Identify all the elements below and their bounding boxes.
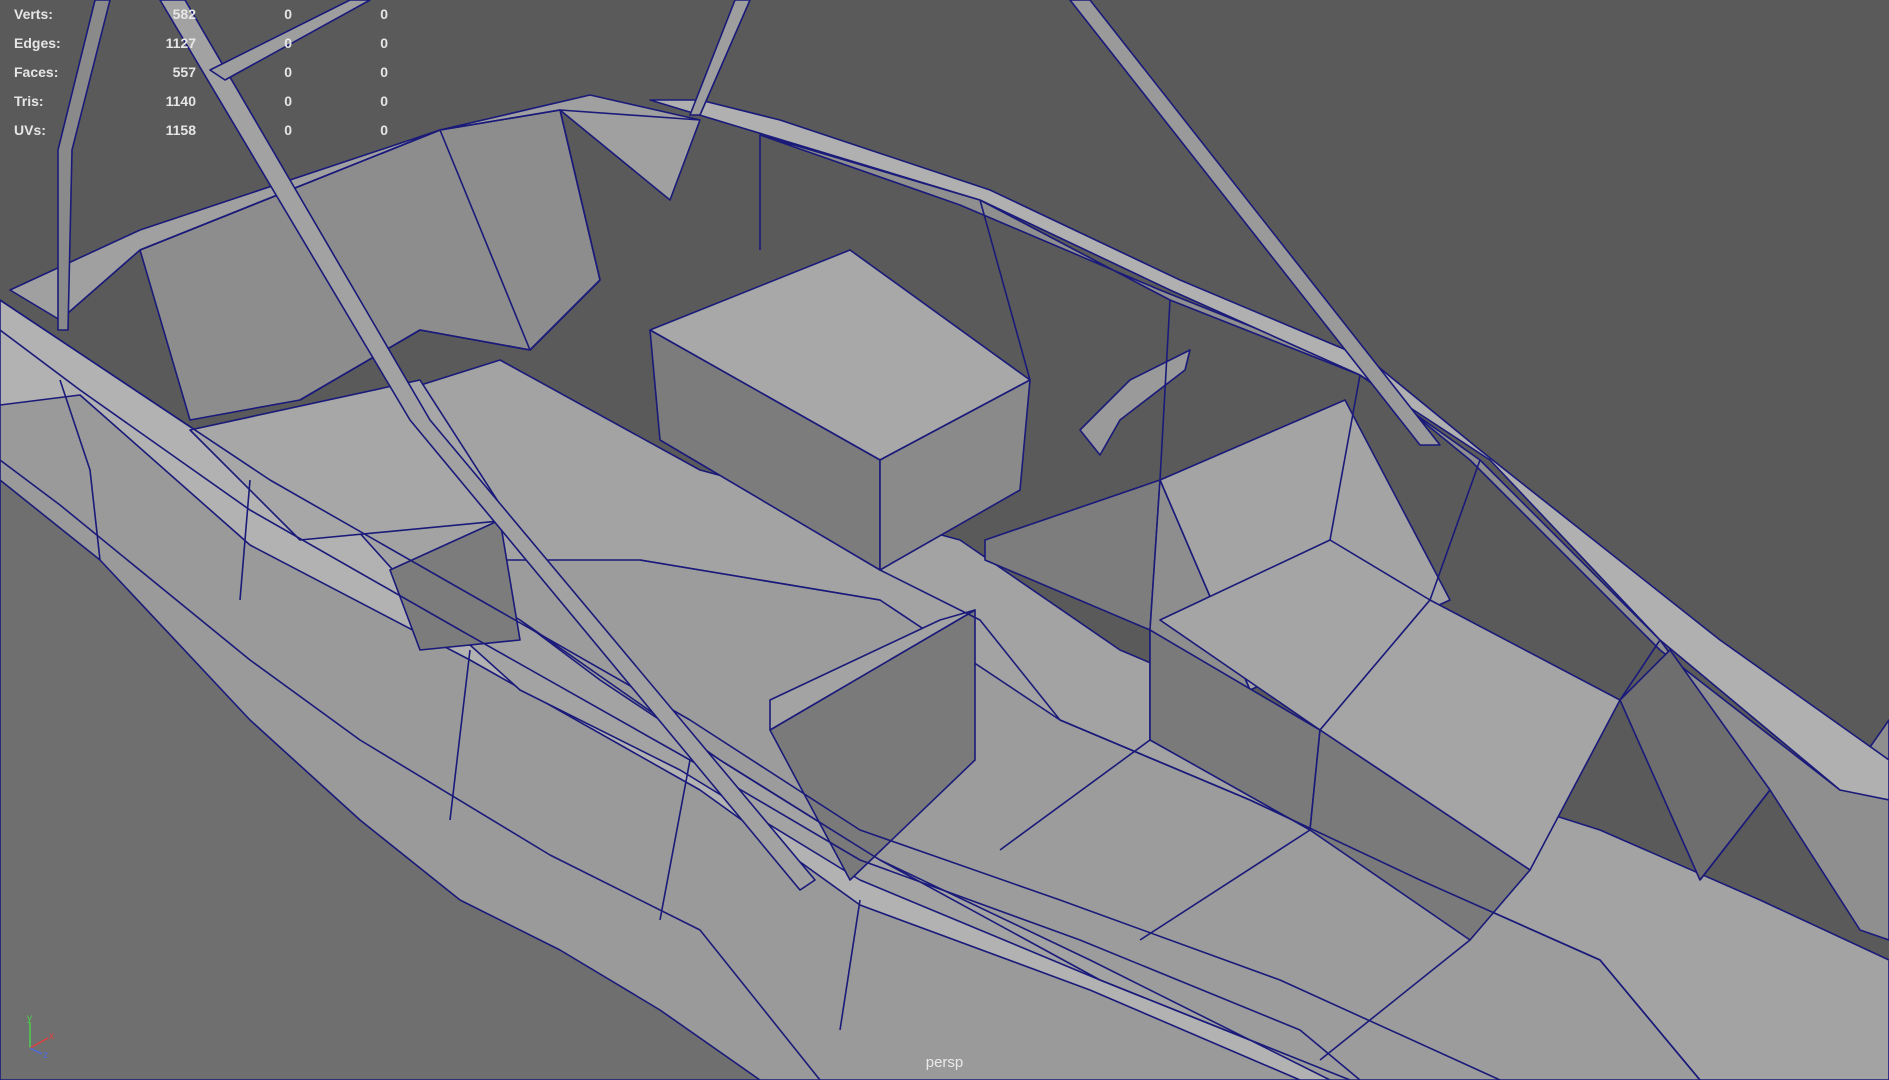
hud-selected: 0: [284, 35, 292, 51]
hud-label: UVs:: [14, 122, 46, 138]
hud-row-faces: Faces: 557 0 0: [14, 58, 388, 87]
hud-row-tris: Tris: 1140 0 0: [14, 87, 388, 116]
hud-value: 1127: [165, 35, 196, 51]
tower-bar-right-diagonal: [1069, 0, 1441, 446]
axis-y-label: y: [27, 1013, 32, 1024]
hud-row-verts: Verts: 582 0 0: [14, 0, 388, 29]
view-axis-gizmo-icon: y x z: [27, 1013, 54, 1058]
camera-name-label: persp: [925, 1054, 964, 1071]
hud-label: Verts:: [14, 6, 53, 22]
hud-uv: 0: [380, 35, 388, 51]
hud-value: 557: [172, 64, 196, 80]
hud-label: Faces:: [14, 64, 59, 80]
hud-uv: 0: [380, 64, 388, 80]
hud-selected: 0: [284, 122, 292, 138]
hud-label: Edges:: [14, 35, 61, 51]
hud-label: Tris:: [14, 93, 44, 109]
hud-row-uvs: UVs: 1158 0 0: [14, 116, 388, 145]
tower-bar-right-upper: [689, 0, 751, 116]
hud-value: 582: [172, 6, 196, 22]
hud-uv: 0: [380, 93, 388, 109]
perspective-viewport[interactable]: [0, 0, 1889, 1080]
hud-selected: 0: [284, 6, 292, 22]
hud-selected: 0: [284, 93, 292, 109]
hud-uv: 0: [380, 6, 388, 22]
hud-row-edges: Edges: 1127 0 0: [14, 29, 388, 58]
steering-wheel: [1079, 349, 1191, 456]
boat-mesh: [0, 0, 1889, 1080]
hud-selected: 0: [284, 64, 292, 80]
hud-value: 1140: [165, 93, 196, 109]
poly-count-hud: Verts: 582 0 0 Edges: 1127 0 0 Faces: 55…: [14, 0, 388, 145]
hud-value: 1158: [165, 122, 196, 138]
axis-x-label: x: [49, 1031, 54, 1042]
hud-uv: 0: [380, 122, 388, 138]
